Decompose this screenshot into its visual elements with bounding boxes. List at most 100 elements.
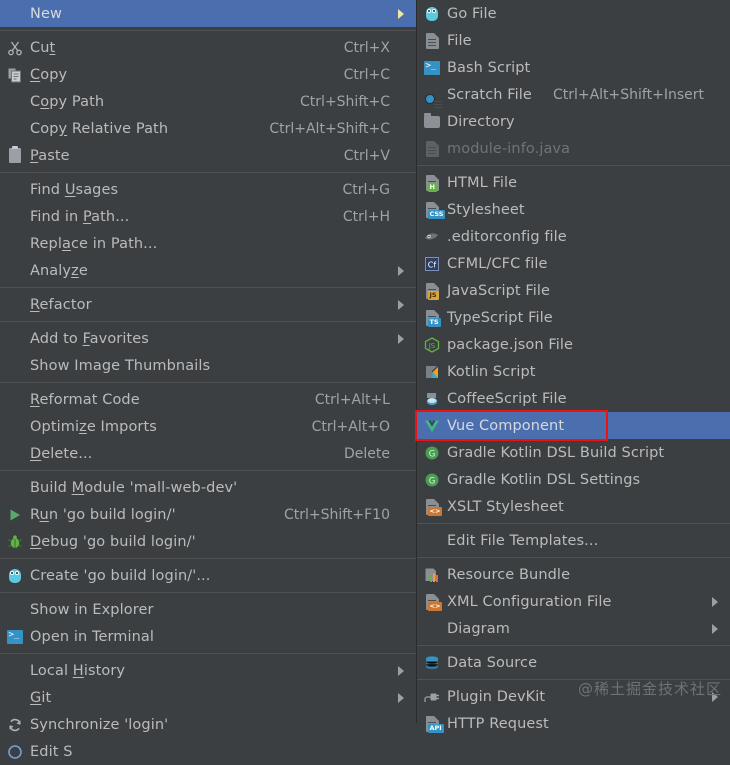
new-item-bash-script[interactable]: Bash Script [417,54,730,81]
new-item-coffeescript-file[interactable]: CoffeeScript File [417,385,730,412]
context-item-copy-relative-path[interactable]: Copy Relative Path Ctrl+Alt+Shift+C [0,115,416,142]
new-item-kotlin-script[interactable]: Kotlin Script [417,358,730,385]
context-item-find-in-path[interactable]: Find in Path... Ctrl+H [0,203,416,230]
menu-item-label: Copy [30,66,68,83]
new-item-http-request[interactable]: API HTTP Request [417,710,730,737]
new-item-edit-file-templates[interactable]: Edit File Templates... [417,527,730,554]
new-item-xml-configuration-file[interactable]: <> XML Configuration File [417,588,730,615]
new-item-xslt-stylesheet[interactable]: <> XSLT Stylesheet [417,493,730,520]
chevron-right-icon [708,623,724,635]
menu-item-shortcut: Ctrl+Shift+C [300,93,390,110]
context-item-copy-path[interactable]: Copy Path Ctrl+Shift+C [0,88,416,115]
js-file-icon: JS [421,282,443,300]
chevron-right-icon [394,265,410,277]
menu-separator [0,172,416,173]
context-item-find-usages[interactable]: Find Usages Ctrl+G [0,176,416,203]
context-item-replace-in-path[interactable]: Replace in Path... [0,230,416,257]
new-item-scratch-file[interactable]: Scratch File Ctrl+Alt+Shift+Insert [417,81,730,108]
new-item-cfml-cfc-file[interactable]: Cf CFML/CFC file [417,250,730,277]
vue-icon [421,417,443,435]
no-icon [4,418,26,436]
context-item-delete[interactable]: Delete... Delete [0,440,416,467]
context-item-open-in-terminal[interactable]: Open in Terminal [0,623,416,650]
context-item-create-go-build-login[interactable]: Create 'go build login/'... [0,562,416,589]
new-item-gradle-kotlin-dsl-settings[interactable]: G Gradle Kotlin DSL Settings [417,466,730,493]
no-icon [421,532,443,550]
file-glyph [425,140,439,157]
context-item-debug-go-build-login[interactable]: Debug 'go build login/' [0,528,416,555]
new-item-html-file[interactable]: H HTML File [417,169,730,196]
new-item-vue-component[interactable]: Vue Component [417,412,730,439]
new-item-diagram[interactable]: Diagram [417,615,730,642]
new-item-module-info-java[interactable]: module-info.java [417,135,730,162]
database-icon [421,654,443,672]
menu-item-label: Delete... [30,445,93,462]
context-item-build-module-mall-web-dev[interactable]: Build Module 'mall-web-dev' [0,474,416,501]
new-item-file[interactable]: File [417,27,730,54]
menu-item-shortcut: Ctrl+C [343,66,390,83]
menu-item-label: package.json File [447,336,574,353]
menu-item-label: Analyze [30,262,88,279]
menu-separator [0,653,416,654]
context-item-copy[interactable]: Copy Ctrl+C [0,61,416,88]
file-glyph: H [425,174,439,192]
new-submenu[interactable]: Go File File Bash Script Scratch File Ctrl+A… [417,0,730,733]
menu-item-label: Local History [30,662,126,679]
context-item-reformat-code[interactable]: Reformat Code Ctrl+Alt+L [0,386,416,413]
terminal-icon [421,59,443,77]
context-item-synchronize-login[interactable]: Synchronize 'login' [0,711,416,738]
context-item-show-in-explorer[interactable]: Show in Explorer [0,596,416,623]
menu-item-label: Edit S [30,743,73,760]
no-icon [4,5,26,23]
run-icon [4,506,26,524]
menu-item-label: Edit File Templates... [447,532,599,549]
new-item-javascript-file[interactable]: JS JavaScript File [417,277,730,304]
context-item-paste[interactable]: Paste Ctrl+V [0,142,416,169]
new-item-resource-bundle[interactable]: Resource Bundle [417,561,730,588]
context-item-run-go-build-login[interactable]: Run 'go build login/' Ctrl+Shift+F10 [0,501,416,528]
menu-separator [0,382,416,383]
new-item-data-source[interactable]: Data Source [417,649,730,676]
menu-separator [417,523,730,524]
folder-glyph [424,112,440,128]
new-item-directory[interactable]: Directory [417,108,730,135]
new-item-go-file[interactable]: Go File [417,0,730,27]
cfml-icon: Cf [421,255,443,273]
context-item-cut[interactable]: Cut Ctrl+X [0,34,416,61]
xml-file-icon: <> [421,593,443,611]
svg-text:Cf: Cf [428,260,437,269]
no-icon [4,208,26,226]
no-icon [4,296,26,314]
menu-item-shortcut: Ctrl+Alt+Shift+Insert [552,86,704,103]
menu-item-label: .editorconfig file [447,228,567,245]
context-item-new[interactable]: New [0,0,416,27]
editor-context-menu[interactable]: New Cut Ctrl+X Copy Ctrl+C Copy Path Ctrl+Shif… [0,0,417,760]
context-item-refactor[interactable]: Refactor [0,291,416,318]
context-item-analyze[interactable]: Analyze [0,257,416,284]
menu-item-label: Directory [447,113,515,130]
context-item-git[interactable]: Git [0,684,416,711]
terminal-glyph [424,60,440,75]
context-item-local-history[interactable]: Local History [0,657,416,684]
new-item-editorconfig-file[interactable]: .editorconfig file [417,223,730,250]
chevron-right-icon [708,596,724,608]
chevron-right-icon [394,333,410,345]
new-item-typescript-file[interactable]: TS TypeScript File [417,304,730,331]
copy-icon [4,66,26,84]
context-item-show-image-thumbnails[interactable]: Show Image Thumbnails [0,352,416,379]
no-icon [4,689,26,707]
new-item-package-json-file[interactable]: JS package.json File [417,331,730,358]
menu-item-label: module-info.java [447,140,571,157]
context-item-optimize-imports[interactable]: Optimize Imports Ctrl+Alt+O [0,413,416,440]
menu-item-label: Kotlin Script [447,363,536,380]
no-icon [4,93,26,111]
new-item-gradle-kotlin-dsl-build-script[interactable]: G Gradle Kotlin DSL Build Script [417,439,730,466]
menu-item-label: File [447,32,472,49]
context-item-add-to-favorites[interactable]: Add to Favorites [0,325,416,352]
context-item-edit-s[interactable]: Edit S [0,738,416,765]
menu-item-label: Build Module 'mall-web-dev' [30,479,238,496]
no-icon [4,601,26,619]
scratch-file-icon [421,86,443,104]
new-item-stylesheet[interactable]: CSS Stylesheet [417,196,730,223]
terminal-glyph [7,629,23,644]
